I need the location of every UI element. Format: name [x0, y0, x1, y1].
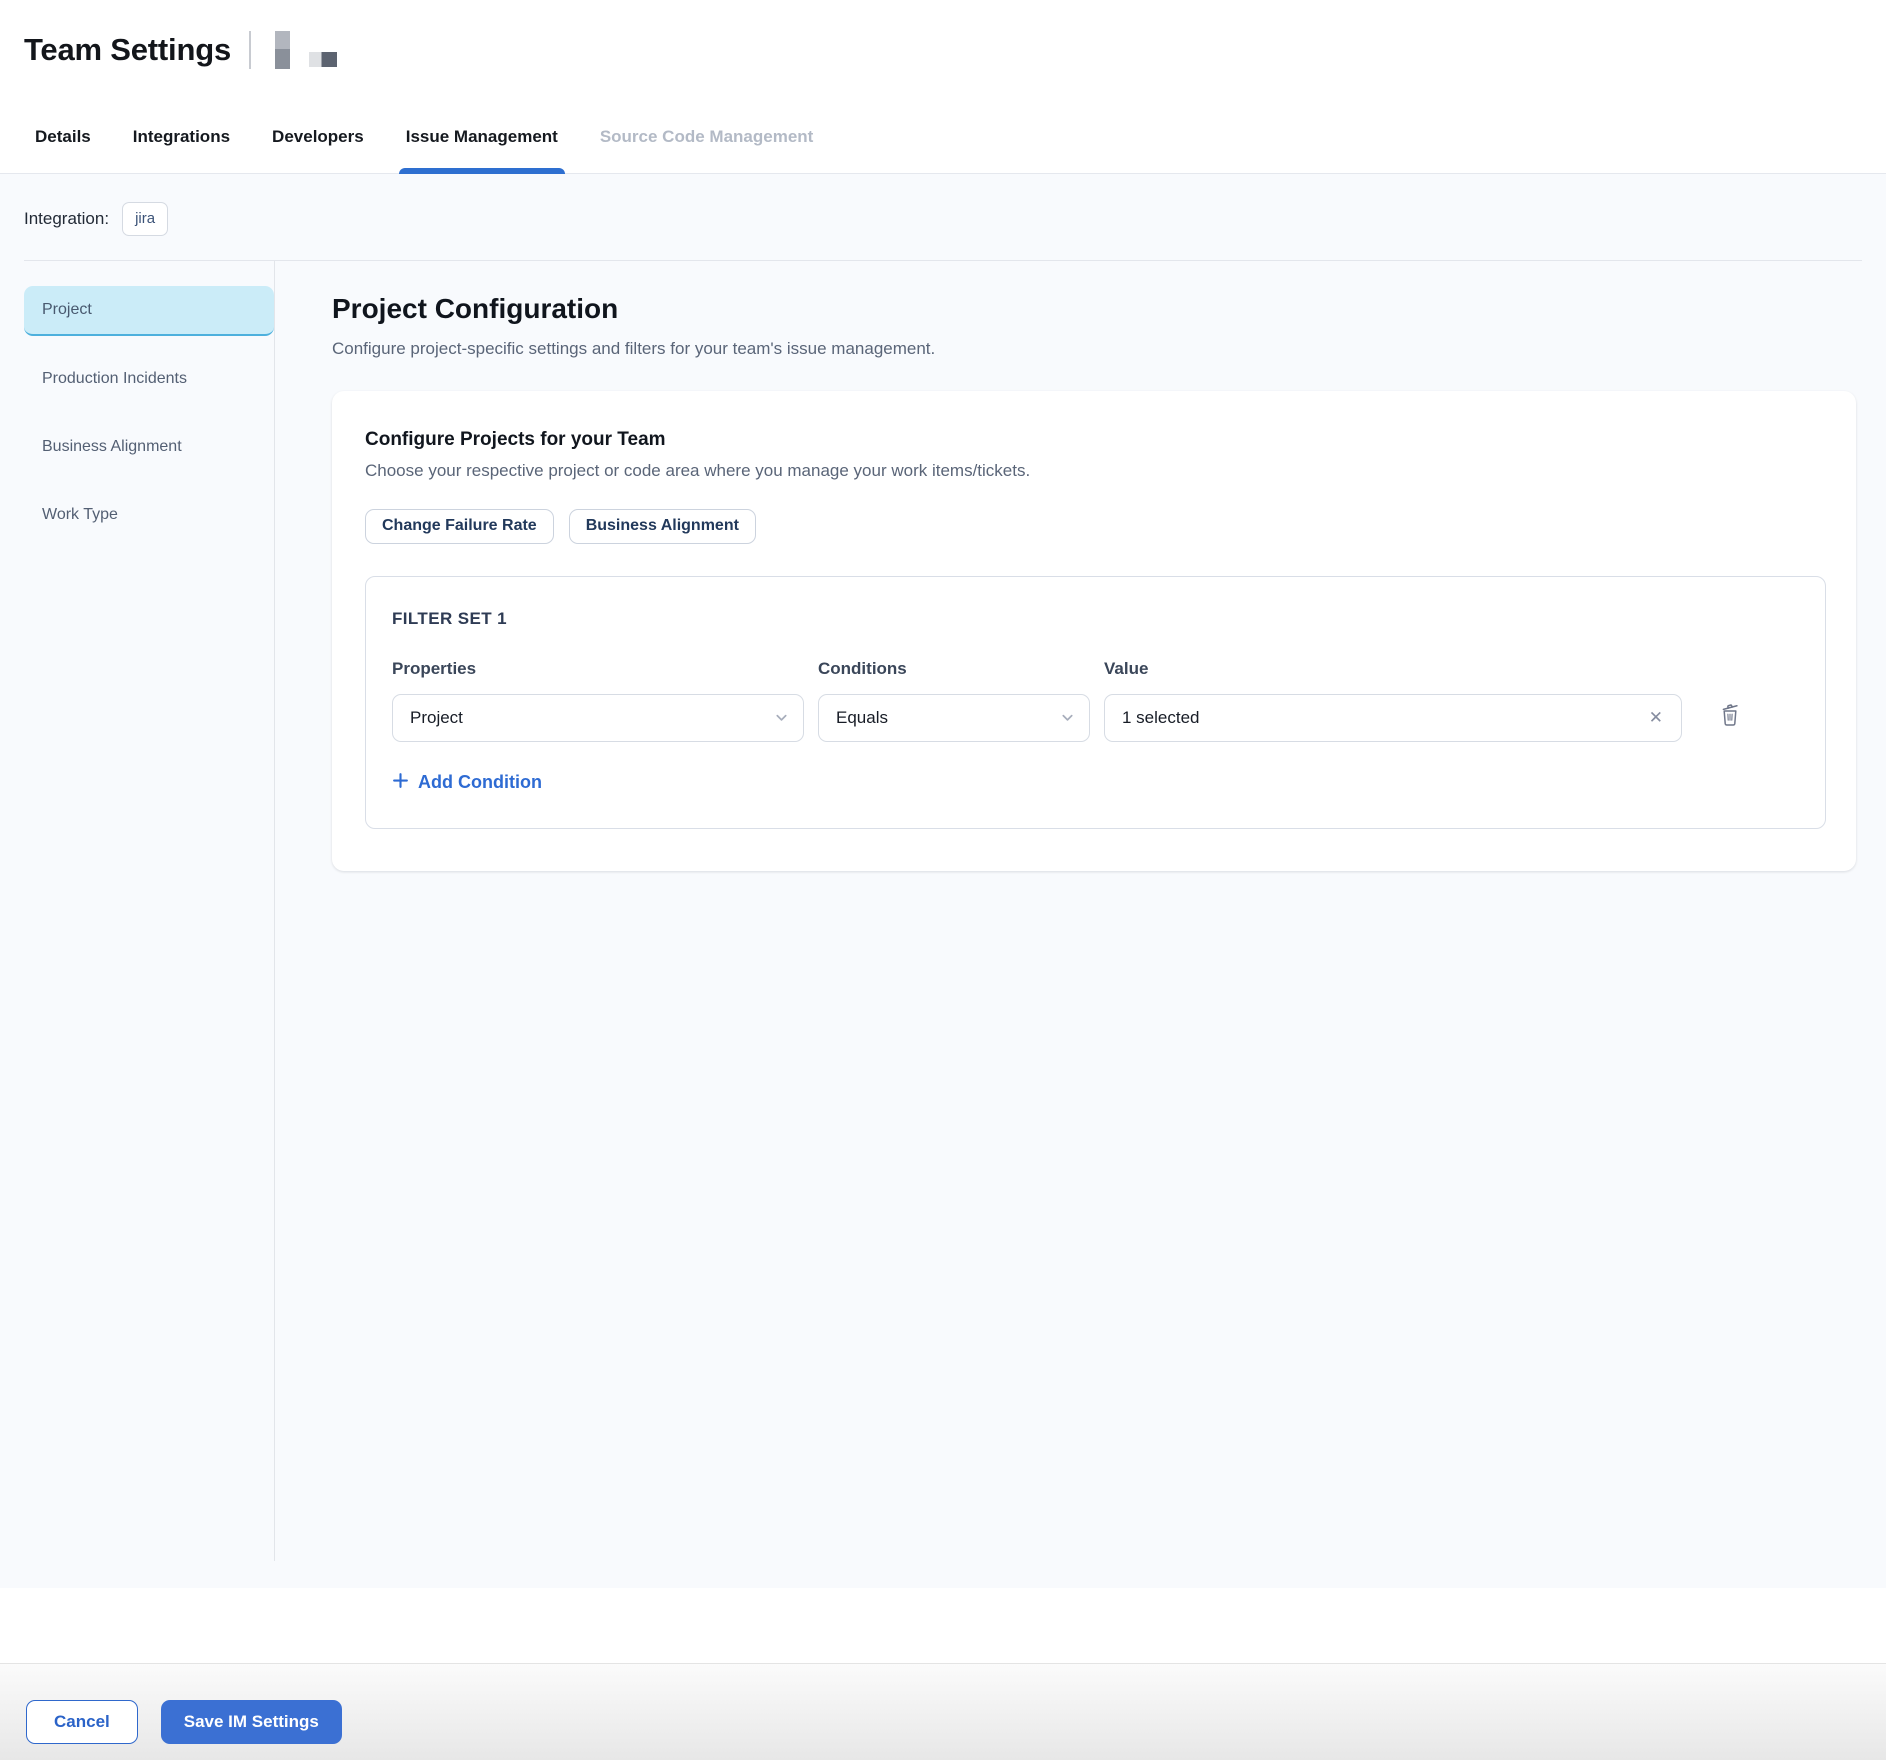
- integration-badge: jira: [122, 202, 168, 236]
- add-condition-button[interactable]: Add Condition: [392, 772, 542, 794]
- content-body: Project Production Incidents Business Al…: [0, 261, 1886, 1561]
- filter-set-title: FILTER SET 1: [392, 609, 1799, 629]
- tab-issue-management[interactable]: Issue Management: [404, 100, 560, 173]
- chevron-down-icon: [774, 710, 789, 725]
- filter-set-panel: FILTER SET 1 Properties Project: [365, 576, 1826, 829]
- sidebar-item-work-type[interactable]: Work Type: [24, 490, 274, 540]
- condition-select-value: Equals: [836, 708, 888, 728]
- condition-select[interactable]: Equals: [818, 694, 1090, 742]
- clear-x-icon[interactable]: ✕: [1645, 707, 1667, 728]
- configure-projects-card: Configure Projects for your Team Choose …: [332, 391, 1856, 871]
- section-subtitle: Configure project-specific settings and …: [332, 339, 1856, 359]
- app-header: Team Settings: [0, 0, 1886, 100]
- sidebar-item-production-incidents[interactable]: Production Incidents: [24, 354, 274, 404]
- add-condition-label: Add Condition: [418, 772, 542, 793]
- chip-business-alignment[interactable]: Business Alignment: [569, 509, 756, 544]
- properties-label: Properties: [392, 659, 804, 679]
- main-pane: Project Configuration Configure project-…: [275, 261, 1886, 871]
- plus-icon: [392, 772, 409, 794]
- tab-details[interactable]: Details: [33, 100, 93, 173]
- redacted-text-block: [275, 31, 290, 69]
- cancel-button[interactable]: Cancel: [26, 1700, 138, 1744]
- value-column: Value 1 selected ✕: [1104, 659, 1682, 742]
- delete-filter-button[interactable]: [1718, 701, 1742, 730]
- conditions-column: Conditions Equals: [818, 659, 1090, 742]
- sidebar-item-business-alignment[interactable]: Business Alignment: [24, 422, 274, 472]
- save-im-settings-button[interactable]: Save IM Settings: [161, 1700, 342, 1744]
- integration-row: Integration: jira: [0, 174, 1886, 260]
- settings-tab-bar: Details Integrations Developers Issue Ma…: [0, 100, 1886, 174]
- title-separator: [249, 31, 251, 69]
- card-subtitle: Choose your respective project or code a…: [365, 461, 1826, 481]
- trash-icon: [1718, 701, 1742, 730]
- chip-row: Change Failure Rate Business Alignment: [365, 509, 1826, 544]
- chevron-down-icon: [1060, 710, 1075, 725]
- tab-source-code-management: Source Code Management: [598, 100, 816, 173]
- card-title: Configure Projects for your Team: [365, 429, 1826, 451]
- spacer-band: [0, 1588, 1886, 1663]
- tab-integrations[interactable]: Integrations: [131, 100, 232, 173]
- section-title: Project Configuration: [332, 293, 1856, 325]
- integration-label: Integration:: [24, 209, 109, 229]
- conditions-label: Conditions: [818, 659, 1090, 679]
- chip-change-failure-rate[interactable]: Change Failure Rate: [365, 509, 554, 544]
- redacted-text-block: [309, 52, 337, 67]
- page-title: Team Settings: [24, 32, 231, 68]
- value-selected-count: 1 selected: [1122, 708, 1200, 728]
- team-settings-page: Team Settings Details Integrations Devel…: [0, 0, 1886, 1760]
- property-select[interactable]: Project: [392, 694, 804, 742]
- property-select-value: Project: [410, 708, 463, 728]
- content-area: Integration: jira Project Production Inc…: [0, 174, 1886, 1588]
- tab-developers[interactable]: Developers: [270, 100, 366, 173]
- value-multiselect[interactable]: 1 selected ✕: [1104, 694, 1682, 742]
- properties-column: Properties Project: [392, 659, 804, 742]
- filter-row: Properties Project Conditions: [392, 659, 1799, 742]
- value-label: Value: [1104, 659, 1682, 679]
- settings-sidebar: Project Production Incidents Business Al…: [0, 261, 274, 558]
- footer-action-bar: Cancel Save IM Settings: [0, 1663, 1886, 1760]
- sidebar-item-project[interactable]: Project: [24, 286, 274, 336]
